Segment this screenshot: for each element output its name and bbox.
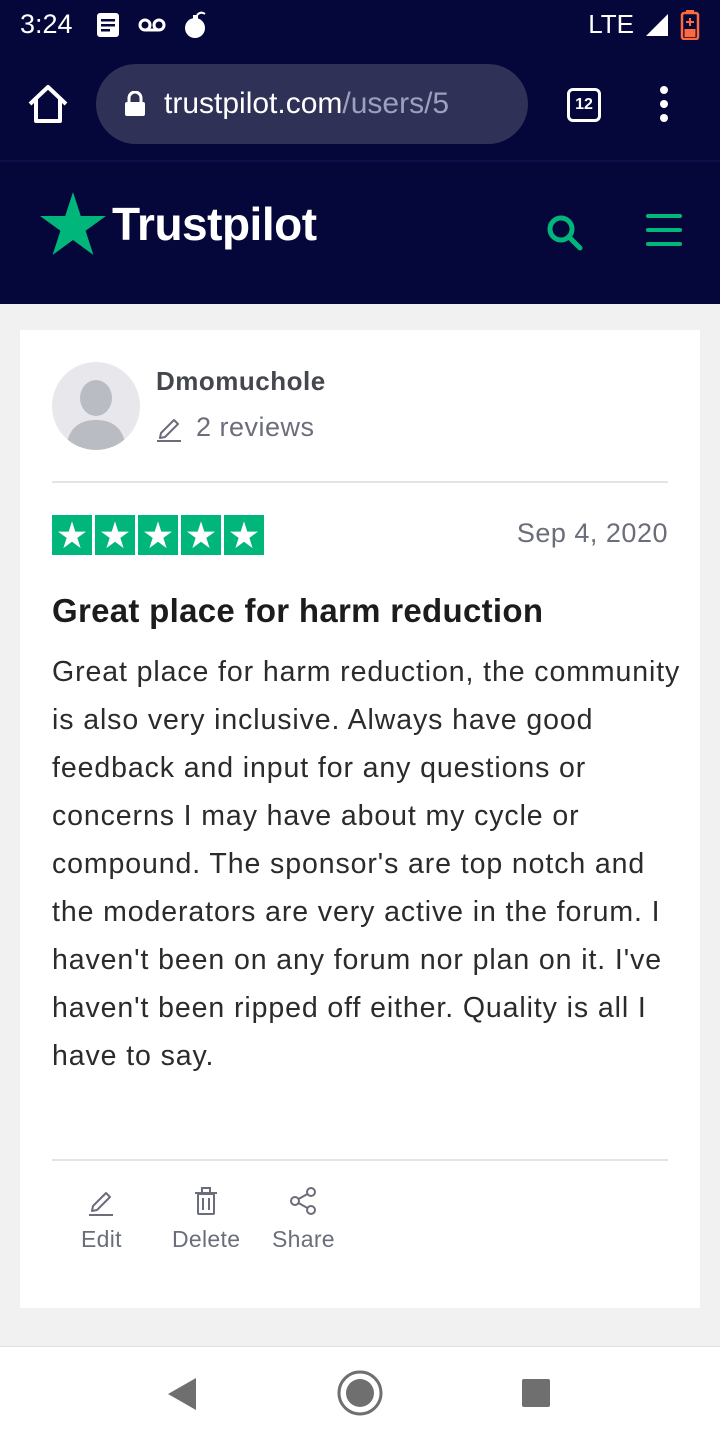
address-bar[interactable]: trustpilot.com/users/5	[96, 64, 528, 144]
star-icon	[224, 515, 264, 555]
home-icon[interactable]	[26, 82, 70, 126]
back-icon[interactable]	[166, 1377, 198, 1411]
url-path: /users/5	[342, 87, 450, 120]
review-body: Great place for harm reduction, the comm…	[52, 656, 681, 1072]
share-button[interactable]: Share	[272, 1186, 335, 1253]
notes-icon	[97, 13, 119, 37]
divider	[52, 1159, 668, 1161]
default-avatar-icon	[66, 380, 126, 450]
hamburger-menu-icon[interactable]	[646, 214, 682, 246]
menu-dot	[660, 100, 668, 108]
review-date: Sep 4, 2020	[516, 518, 668, 548]
hamburger-line	[646, 228, 682, 232]
menu-dot	[660, 86, 668, 94]
star-icon	[95, 515, 135, 555]
status-bar: 3:24 LTE	[0, 0, 720, 50]
home-nav-icon[interactable]	[336, 1369, 384, 1417]
menu-dot	[660, 114, 668, 122]
notification-icons	[96, 11, 208, 39]
share-icon	[290, 1187, 317, 1215]
signal-icon	[646, 13, 668, 36]
tab-switcher-button[interactable]: 12	[567, 88, 601, 122]
edit-button[interactable]: Edit	[81, 1186, 122, 1253]
voicemail-icon	[138, 18, 166, 32]
edit-icon	[89, 1192, 114, 1216]
logo-text: Trustpilot	[112, 198, 317, 250]
url-domain: trustpilot.com	[164, 87, 343, 120]
tab-count: 12	[575, 96, 593, 113]
review-card: Dmomuchole 2 reviews Sep 4, 2020 Great p…	[20, 330, 700, 1308]
status-time: 3:24	[20, 9, 73, 39]
system-status: LTE	[588, 9, 700, 40]
trash-icon	[195, 1187, 218, 1215]
divider	[52, 481, 668, 483]
lock-icon	[125, 91, 145, 116]
review-count-text: 2 reviews	[196, 412, 315, 442]
browser-menu-button[interactable]	[650, 84, 678, 124]
delete-label: Delete	[172, 1226, 241, 1252]
network-type: LTE	[588, 9, 634, 39]
hamburger-line	[646, 214, 682, 218]
review-title: Great place for harm reduction	[52, 592, 544, 629]
avatar[interactable]	[52, 362, 140, 450]
system-nav-bar	[0, 1346, 720, 1440]
delete-button[interactable]: Delete	[172, 1186, 240, 1253]
edit-label: Edit	[81, 1226, 122, 1252]
search-icon[interactable]	[544, 212, 584, 252]
star-logo-icon	[40, 192, 106, 255]
trustpilot-logo[interactable]: Trustpilot	[40, 192, 317, 256]
share-label: Share	[272, 1226, 335, 1252]
author-name[interactable]: Dmomuchole	[156, 366, 326, 397]
browser-toolbar: trustpilot.com/users/5 12	[0, 50, 720, 160]
star-rating	[52, 515, 264, 555]
bomb-icon	[185, 11, 206, 38]
hamburger-line	[646, 242, 682, 246]
pencil-icon	[157, 418, 181, 442]
recent-apps-icon[interactable]	[522, 1379, 550, 1407]
star-icon	[52, 515, 92, 555]
star-icon	[138, 515, 178, 555]
star-icon	[181, 515, 221, 555]
battery-low-icon	[680, 9, 700, 40]
author-review-count: 2 reviews	[156, 412, 315, 443]
site-header: Trustpilot	[0, 160, 720, 304]
